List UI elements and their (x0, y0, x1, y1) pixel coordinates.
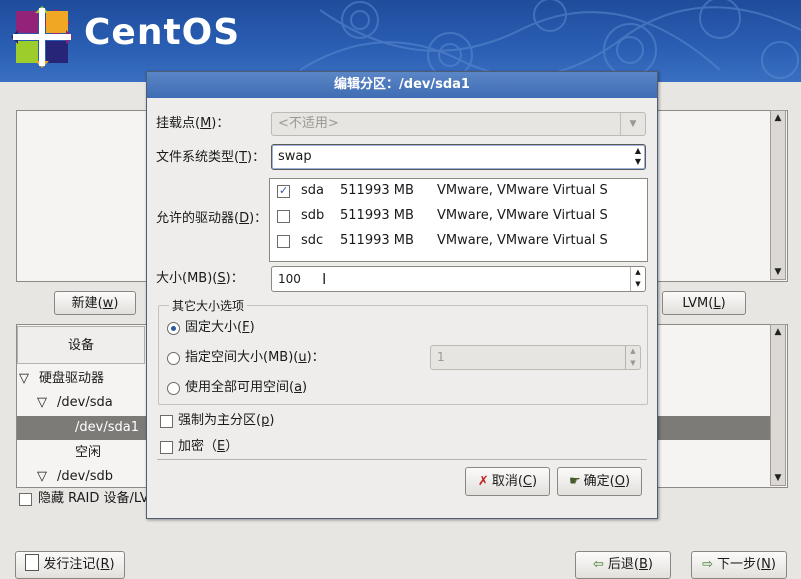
tree-row-dev-sdb[interactable]: ▽ /dev/sdb (17, 465, 147, 489)
drive-row[interactable]: ✓ sda 511993 MB VMware, VMware Virtual S (270, 179, 647, 203)
fs-type-select[interactable]: swap ▲ ▼ (271, 144, 646, 170)
next-button[interactable]: ⇨ 下一步(N) (691, 551, 787, 579)
hide-raid-label: 隐藏 RAID 设备/LV (38, 491, 149, 506)
fill-space-label: 使用全部可用空间(a) (185, 380, 308, 395)
scroll-down-icon[interactable]: ▼ (771, 471, 785, 485)
graph-scrollbar[interactable]: ▲ ▼ (770, 110, 786, 280)
expander-icon[interactable]: ▽ (37, 391, 47, 415)
max-size-spinbutton[interactable]: 1 ▲ ▼ (430, 345, 641, 370)
expander-icon[interactable]: ▽ (37, 465, 47, 489)
tree-row-hard-drives[interactable]: ▽ 硬盘驱动器 (17, 367, 147, 391)
updown-icon[interactable]: ▲ ▼ (635, 145, 641, 167)
header-banner: CentOS (0, 0, 801, 82)
table-scrollbar[interactable]: ▲ ▼ (770, 324, 786, 486)
close-icon: ✗ (477, 474, 489, 489)
ok-button[interactable]: ☛ 确定(O) (557, 467, 642, 496)
drive-row[interactable]: sdc 511993 MB VMware, VMware Virtual S (270, 229, 647, 253)
max-size-radio[interactable] (167, 352, 180, 365)
fixed-size-label: 固定大小(F) (185, 320, 255, 335)
tree-row-dev-sda[interactable]: ▽ /dev/sda (17, 391, 147, 415)
ok-hand-icon: ☛ (568, 474, 581, 489)
force-primary-label: 强制为主分区(p) (178, 413, 275, 428)
hide-raid-checkbox[interactable] (19, 493, 32, 506)
size-spinbutton[interactable]: 100 I ▲ ▼ (271, 266, 646, 292)
mount-point-label: 挂载点(M)： (156, 116, 230, 131)
centos-logo-icon (11, 6, 73, 68)
mount-point-combo[interactable]: <不适用> ▼ (271, 112, 646, 136)
force-primary-checkbox[interactable] (160, 415, 173, 428)
tree-row-free-space[interactable]: 空闲 (17, 441, 147, 465)
fs-type-label: 文件系统类型(T)： (156, 150, 266, 165)
checkmark-icon: ✓ (279, 184, 289, 197)
fixed-size-radio[interactable] (167, 322, 180, 335)
device-column-header[interactable]: 设备 (17, 326, 145, 364)
max-size-label: 指定空间大小(MB)(u)： (185, 350, 325, 365)
scroll-up-icon[interactable]: ▲ (771, 111, 785, 125)
scroll-down-icon[interactable]: ▼ (771, 265, 785, 279)
encrypt-label: 加密（E） (178, 439, 239, 454)
dialog-title: 编辑分区：/dev/sda1 (147, 72, 657, 98)
size-options-group: 其它大小选项 固定大小(F) 指定空间大小(MB)(u)： 1 ▲ ▼ 使用全部可… (158, 297, 648, 405)
dialog-separator (157, 459, 647, 460)
fill-space-radio[interactable] (167, 382, 180, 395)
back-button[interactable]: ⇦ 后退(B) (575, 551, 671, 579)
allowed-drives-list: ✓ sda 511993 MB VMware, VMware Virtual S… (269, 178, 648, 262)
scroll-up-icon[interactable]: ▲ (771, 325, 785, 339)
centos-logo-text: CentOS (84, 12, 241, 53)
edit-partition-dialog: 编辑分区：/dev/sda1 挂载点(M)： <不适用> ▼ 文件系统类型(T)… (146, 71, 658, 519)
size-label: 大小(MB)(S)： (156, 271, 244, 286)
new-button[interactable]: 新建(w) (54, 291, 136, 315)
size-spin-arrows[interactable]: ▲ ▼ (630, 267, 645, 291)
text-cursor-icon: I (322, 270, 327, 288)
arrow-left-icon: ⇦ (593, 557, 604, 572)
arrow-right-icon: ⇨ (702, 557, 713, 572)
drive-row[interactable]: sdb 511993 MB VMware, VMware Virtual S (270, 204, 647, 228)
drive-checkbox[interactable] (277, 235, 290, 248)
size-options-title: 其它大小选项 (169, 297, 248, 314)
banner-swirl-decoration (300, 0, 801, 79)
drive-checkbox[interactable]: ✓ (277, 184, 290, 198)
allowed-drives-label: 允许的驱动器(D)： (156, 211, 268, 226)
document-icon (25, 554, 40, 571)
max-size-spin-arrows[interactable]: ▲ ▼ (625, 346, 640, 369)
encrypt-checkbox[interactable] (160, 441, 173, 454)
drive-checkbox[interactable] (277, 210, 290, 223)
expander-icon[interactable]: ▽ (19, 367, 29, 391)
lvm-button[interactable]: LVM(L) (662, 291, 746, 315)
release-notes-button[interactable]: 发行注记(R) (15, 551, 125, 579)
cancel-button[interactable]: ✗ 取消(C) (465, 467, 550, 496)
chevron-down-icon[interactable]: ▼ (620, 113, 645, 135)
